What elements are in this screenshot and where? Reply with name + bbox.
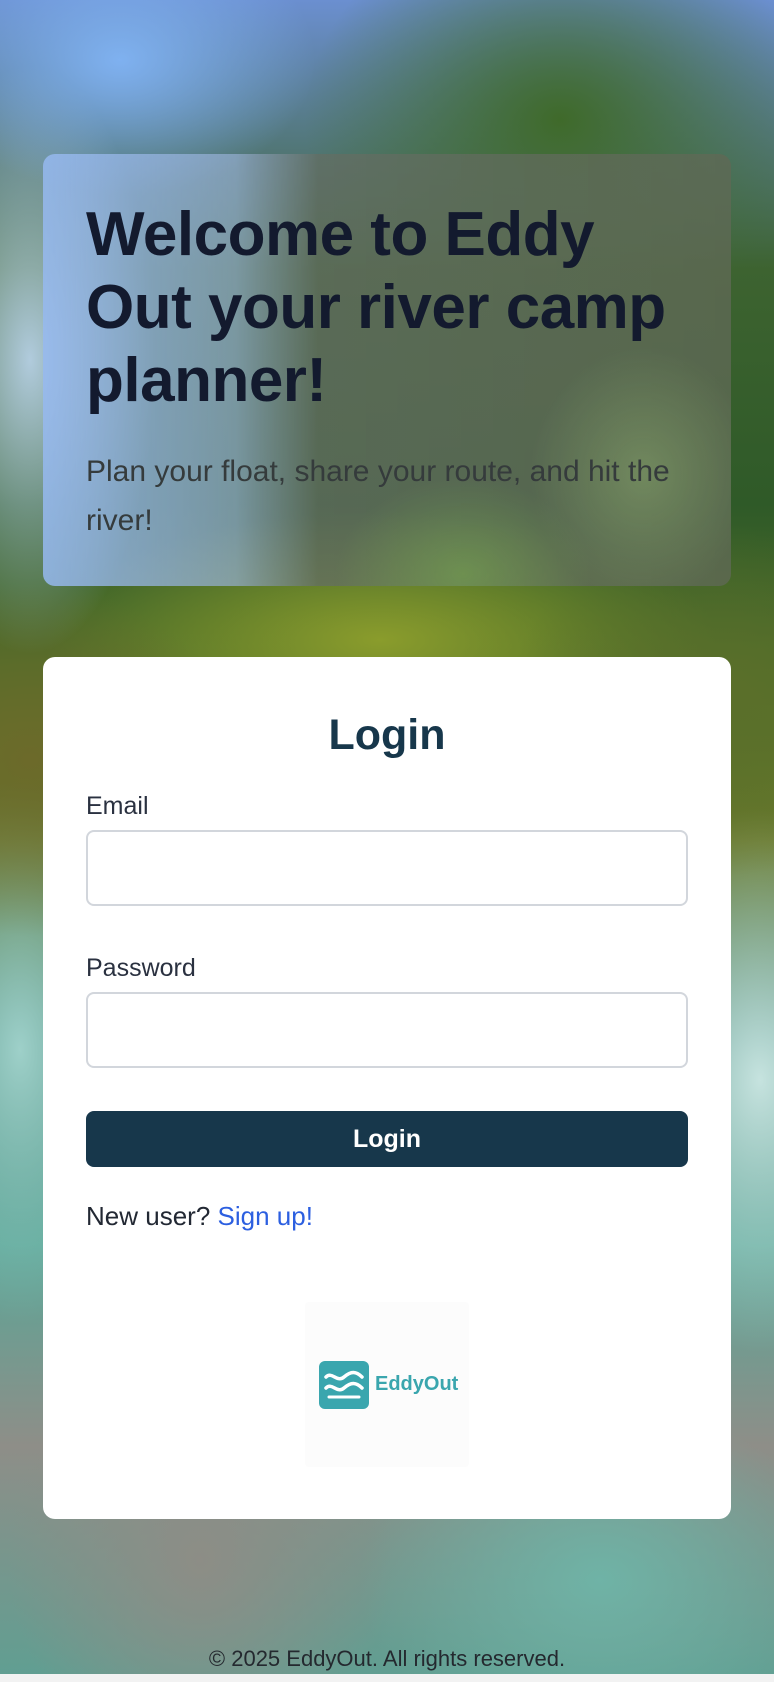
login-heading: Login	[328, 711, 446, 759]
welcome-title: Welcome to Eddy Out your river camp plan…	[86, 200, 666, 415]
welcome-subtitle: Plan your float, share your route, and h…	[86, 455, 670, 537]
login-card: Login Email Password Login New user? Sig…	[43, 657, 731, 1519]
logo-text: EddyOut	[375, 1373, 459, 1395]
signup-prompt: New user? Sign up!	[86, 1199, 313, 1233]
page-background: Welcome to Eddy Out your river camp plan…	[0, 0, 774, 1682]
signup-link[interactable]: Sign up!	[218, 1201, 313, 1231]
email-label: Email	[86, 792, 149, 820]
password-field[interactable]	[86, 992, 688, 1068]
waves-icon	[319, 1361, 369, 1409]
copyright-footer: © 2025 EddyOut. All rights reserved.	[208, 1646, 566, 1671]
login-button[interactable]: Login	[86, 1111, 688, 1167]
new-user-text: New user?	[86, 1201, 211, 1231]
bottom-divider	[0, 1674, 774, 1682]
email-field[interactable]	[86, 830, 688, 906]
welcome-banner: Welcome to Eddy Out your river camp plan…	[43, 154, 731, 586]
eddyout-logo: EddyOut	[305, 1302, 469, 1467]
password-label: Password	[86, 954, 196, 982]
